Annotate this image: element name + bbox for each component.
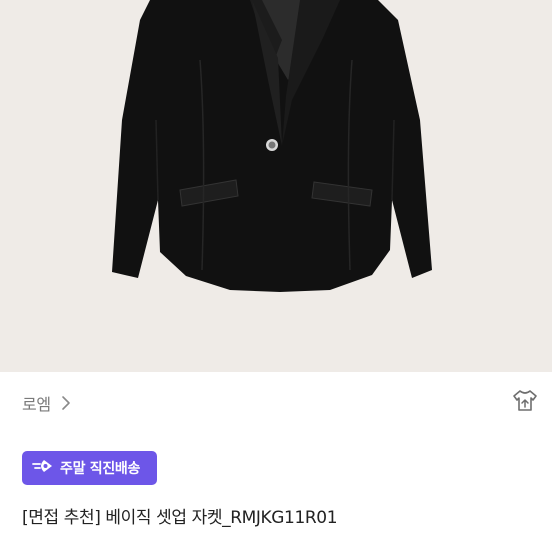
jacket-photo	[112, 0, 432, 292]
product-image[interactable]	[0, 0, 552, 372]
fast-delivery-icon	[32, 458, 54, 478]
product-title: [면접 추천] 베이직 셋업 자켓_RMJKG11R01	[22, 508, 338, 528]
brand-name: 로엠	[22, 395, 51, 414]
shipping-badge-label: 주말 직진배송	[60, 461, 141, 477]
brand-row: 로엠	[22, 386, 552, 420]
share-button[interactable]	[510, 388, 540, 418]
brand-link[interactable]: 로엠	[22, 391, 73, 415]
share-icon	[511, 388, 539, 418]
shipping-badge: 주말 직진배송	[22, 451, 157, 485]
chevron-right-icon	[59, 395, 73, 411]
